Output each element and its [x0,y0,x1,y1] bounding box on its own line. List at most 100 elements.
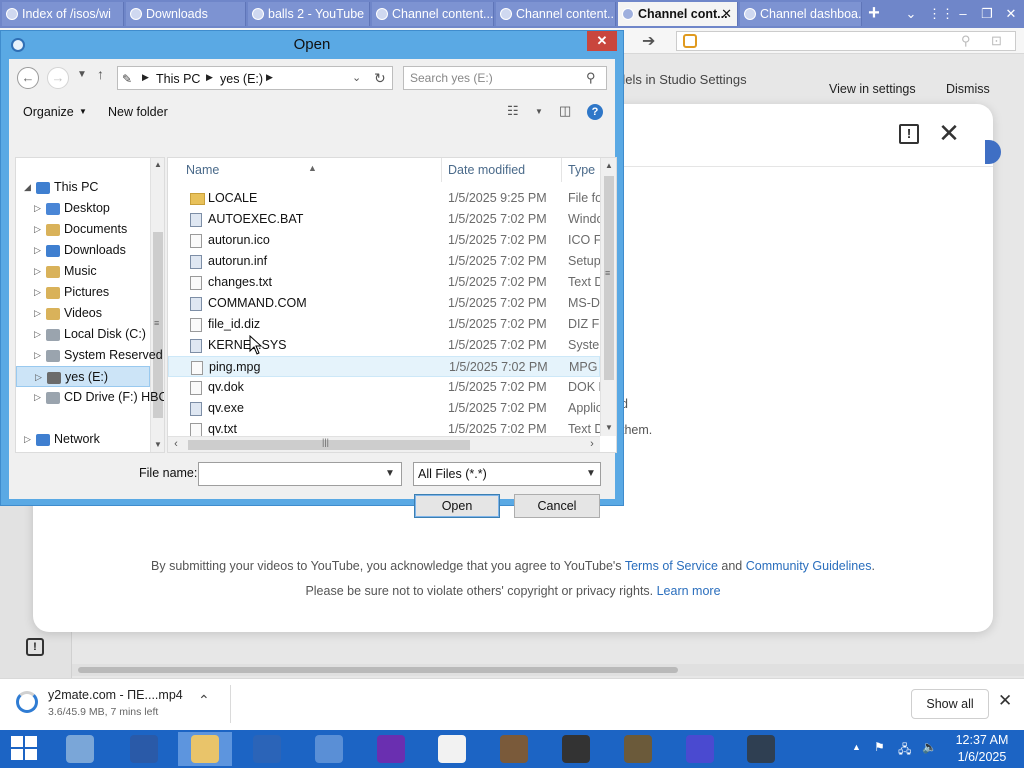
chevron-down-icon[interactable]: ▼ [535,107,543,116]
chevron-up-icon[interactable]: ⌃ [198,692,210,709]
scroll-down-arrow-icon[interactable]: ▼ [601,420,616,436]
preview-pane-icon[interactable]: ◫ [559,103,571,119]
cancel-button[interactable]: Cancel [514,494,600,518]
view-options-icon[interactable]: ☷ [507,103,519,119]
chevron-down-icon[interactable]: ▼ [79,107,87,116]
nav-tree-item[interactable]: ▷ Documents [16,219,150,240]
breadcrumb-separator-icon[interactable]: ▶ [206,72,213,83]
dialog-close-button[interactable]: ✕ [587,31,617,51]
column-header-name[interactable]: Name ▲ [168,158,442,182]
close-icon[interactable]: ✕ [937,118,961,148]
file-row[interactable]: file_id.diz 1/5/2025 7:02 PM DIZ Fil [168,314,605,335]
forward-arrow-icon[interactable]: ➔ [642,31,655,51]
scrollbar-thumb[interactable] [604,176,614,380]
tab-close-icon[interactable]: ✕ [721,2,732,26]
file-row[interactable]: qv.exe 1/5/2025 7:02 PM Applic [168,398,602,419]
taskbar-app-browser[interactable] [302,732,356,766]
taskbar-app-yahoo[interactable] [364,732,418,766]
scroll-up-arrow-icon[interactable]: ▲ [151,158,164,172]
browser-tab[interactable]: Index of /isos/wi [2,2,124,26]
refresh-icon[interactable]: ↻ [374,70,386,87]
minimize-button[interactable]: – [952,4,974,24]
search-input[interactable] [410,70,580,86]
expand-arrow-icon[interactable]: ▷ [34,324,41,345]
expand-arrow-icon[interactable]: ▷ [35,367,42,388]
forward-arrow-icon[interactable]: → [47,67,69,89]
organize-menu[interactable]: Organize [23,105,74,119]
breadcrumb-yes-e[interactable]: yes (E:) [220,72,263,86]
taskbar-app-monitor-app[interactable] [734,732,788,766]
recent-locations-chevron-icon[interactable]: ▼ [77,69,87,80]
search-box[interactable]: ⚲ [403,66,607,90]
file-row[interactable]: AUTOEXEC.BAT 1/5/2025 7:02 PM Windo [168,209,603,230]
expand-arrow-icon[interactable]: ▷ [24,429,31,450]
browser-tab[interactable]: Channel cont... ✕ [618,2,738,26]
view-in-settings-link[interactable]: View in settings [829,82,916,96]
nav-tree-item[interactable]: ◢ This PC [16,177,150,198]
collapse-arrow-icon[interactable]: ◢ [24,177,31,198]
show-all-button[interactable]: Show all [911,689,989,719]
scroll-down-arrow-icon[interactable]: ▼ [151,438,164,452]
taskbar-app-powershell[interactable] [117,732,171,766]
nav-tree-item[interactable]: ▷ CD Drive (F:) HBC [16,387,164,408]
nav-tree-item[interactable]: ▷ Local Disk (C:) [16,324,150,345]
action-center-icon[interactable]: ⚑ [874,740,885,754]
file-row[interactable]: KERNEL.SYS 1/5/2025 7:02 PM System [168,335,610,356]
address-bar[interactable]: ⚲ ⊡ [676,31,1016,51]
start-button[interactable] [11,736,39,762]
scrollbar-thumb[interactable] [78,667,678,673]
close-window-button[interactable]: ✕ [1000,4,1022,24]
chevron-down-icon[interactable]: ▼ [586,468,596,479]
expand-arrow-icon[interactable]: ▷ [34,282,41,303]
file-row[interactable]: autorun.inf 1/5/2025 7:02 PM Setup [168,251,601,272]
page-horizontal-scrollbar[interactable] [72,664,1024,676]
expand-arrow-icon[interactable]: ▷ [34,198,41,219]
tray-overflow-chevron-icon[interactable]: ▲ [852,742,861,752]
back-arrow-icon[interactable]: ← [17,67,39,89]
tab-search-icon[interactable]: ⌄ [900,4,922,24]
restore-button[interactable]: ❐ [976,4,998,24]
bookmark-icon[interactable]: ⊡ [991,33,1002,49]
breadcrumb-this-pc[interactable]: This PC [156,72,200,86]
expand-arrow-icon[interactable]: ▷ [34,219,41,240]
browser-tab[interactable]: Downloads [126,2,246,26]
taskbar-app-minecraft[interactable] [487,732,541,766]
search-icon[interactable]: ⚲ [961,33,971,49]
clock[interactable]: 12:37 AM 1/6/2025 [948,732,1016,766]
scroll-up-arrow-icon[interactable]: ▲ [601,158,616,174]
close-icon[interactable]: ✕ [998,691,1012,711]
feedback-icon[interactable]: ! [26,638,44,656]
report-issue-icon[interactable]: ! [899,124,919,144]
browser-tab[interactable]: balls 2 - YouTube [248,2,370,26]
expand-arrow-icon[interactable]: ▷ [34,303,41,324]
scroll-right-arrow-icon[interactable]: › [584,437,600,452]
chevron-down-icon[interactable]: ▼ [385,468,395,479]
nav-tree-item[interactable]: ▷ yes (E:) [16,366,150,387]
terms-of-service-link[interactable]: Terms of Service [625,559,718,573]
expand-arrow-icon[interactable]: ▷ [34,345,41,366]
file-row[interactable]: changes.txt 1/5/2025 7:02 PM Text D [168,272,603,293]
breadcrumb-separator-icon[interactable]: ▶ [142,72,149,83]
nav-tree-item[interactable]: ▷ Videos [16,303,150,324]
browser-tab[interactable]: Channel content... [372,2,494,26]
browser-tab[interactable]: Channel content... [496,2,616,26]
nav-tree-item[interactable]: ▷ System Reserved [16,345,163,366]
expand-arrow-icon[interactable]: ▷ [34,261,41,282]
dismiss-button[interactable]: Dismiss [946,82,990,96]
taskbar-app-gimp[interactable] [611,732,665,766]
new-folder-button[interactable]: New folder [108,105,168,119]
taskbar-app-server-manager[interactable] [53,732,107,766]
nav-tree-item[interactable]: ▷ Desktop [16,198,150,219]
breadcrumb-separator-icon[interactable]: ▶ [266,72,273,83]
expand-arrow-icon[interactable]: ▷ [34,240,41,261]
chevron-down-icon[interactable]: ⌄ [352,71,361,84]
network-icon[interactable]: 🖧 [898,740,911,761]
download-file-name[interactable]: y2mate.com - ПЕ....mp4 [48,688,183,702]
taskbar-app-virus-app[interactable] [673,732,727,766]
scroll-left-arrow-icon[interactable]: ‹ [168,437,184,452]
file-row[interactable]: COMMAND.COM 1/5/2025 7:02 PM MS-DO [168,293,610,314]
browser-tab[interactable]: Channel dashboa... [740,2,862,26]
column-header-date-modified[interactable]: Date modified [442,158,562,182]
file-list-vertical-scrollbar[interactable]: ▲ ≡ ▼ [600,158,616,436]
up-arrow-icon[interactable]: ↑ [97,66,104,82]
